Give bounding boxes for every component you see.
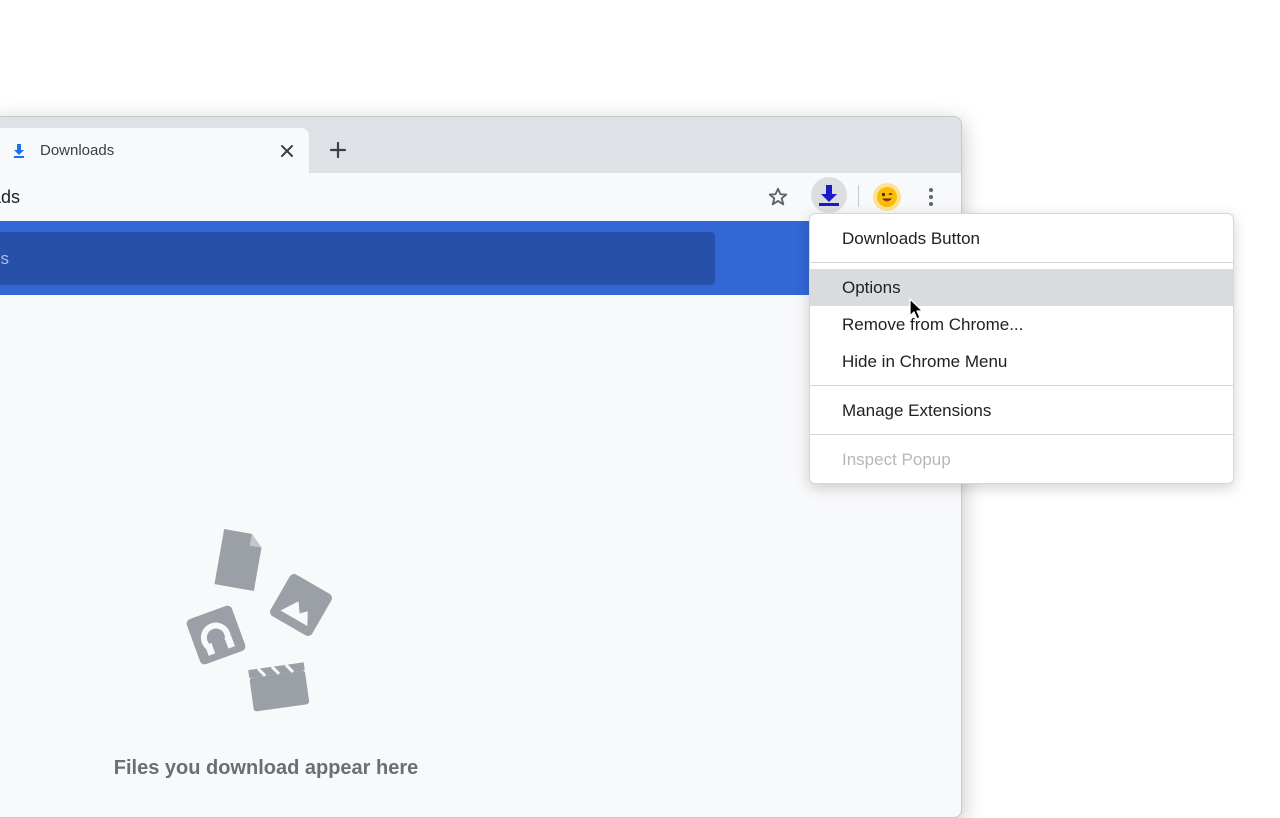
menu-item-manage-extensions[interactable]: Manage Extensions [810, 392, 1233, 429]
menu-item-options[interactable]: Options [810, 269, 1233, 306]
omnibox[interactable]: ads [0, 187, 20, 208]
video-icon [248, 662, 310, 712]
menu-item-hide[interactable]: Hide in Chrome Menu [810, 343, 1233, 380]
tab-downloads[interactable]: Downloads [0, 128, 309, 173]
tab-strip: Downloads [0, 117, 961, 173]
menu-item-inspect-popup: Inspect Popup [842, 450, 951, 469]
empty-downloads-illustration [186, 528, 332, 712]
plus-icon[interactable] [325, 137, 351, 163]
menu-title[interactable]: Downloads Button [810, 220, 1233, 257]
empty-downloads-message: Files you download appear here [113, 757, 419, 779]
download-icon [10, 142, 28, 160]
star-icon[interactable] [766, 185, 790, 209]
menu-separator [810, 385, 1233, 386]
menu-separator [810, 434, 1233, 435]
toolbar-divider [858, 185, 859, 207]
mouse-cursor-icon [909, 298, 924, 320]
search-input-text[interactable]: ds [0, 249, 9, 269]
avatar-emoji-icon[interactable] [873, 183, 901, 211]
search-downloads-bar[interactable]: ds [0, 232, 715, 285]
close-icon[interactable] [277, 141, 297, 161]
menu-separator [810, 262, 1233, 263]
document-icon [214, 528, 262, 592]
image-icon [270, 574, 332, 636]
extension-context-menu: Downloads Button Options Remove from Chr… [809, 213, 1234, 484]
more-vert-icon[interactable] [921, 183, 941, 211]
tab-title: Downloads [40, 142, 115, 159]
audio-icon [186, 605, 246, 665]
extension-download-icon[interactable] [811, 177, 847, 213]
menu-item-remove[interactable]: Remove from Chrome... [810, 306, 1233, 343]
